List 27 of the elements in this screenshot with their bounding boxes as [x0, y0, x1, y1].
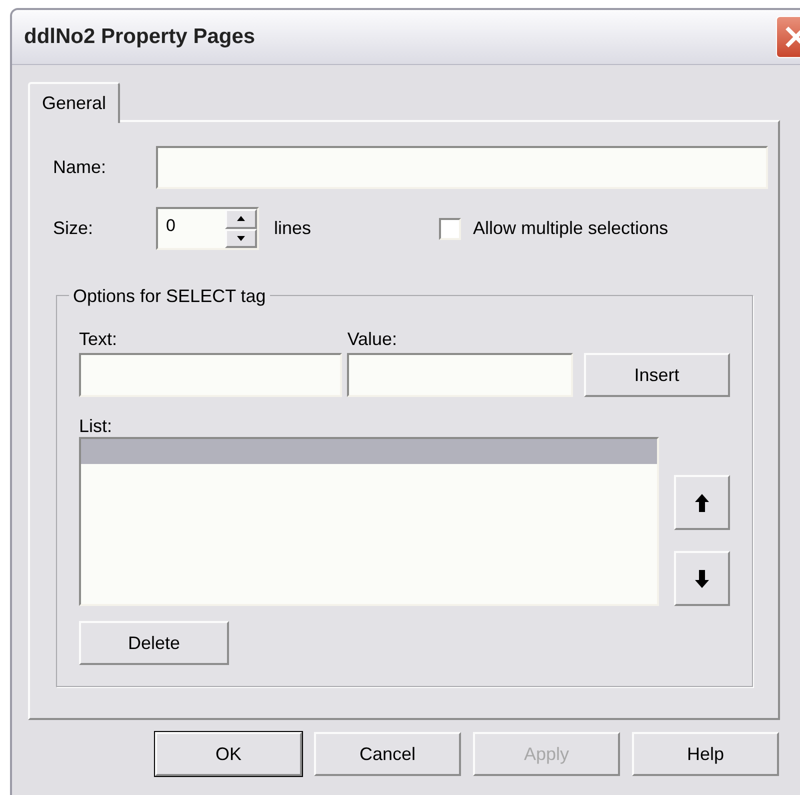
- dialog-button[interactable]: OK: [155, 732, 302, 776]
- tab[interactable]: General: [28, 82, 120, 123]
- spin-up-icon[interactable]: [225, 209, 257, 228]
- window-title: ddlNo2 Property Pages: [24, 24, 256, 50]
- lines-label: lines: [274, 217, 312, 240]
- name-field[interactable]: [156, 146, 768, 189]
- move-down-button[interactable]: [674, 551, 730, 606]
- insert-button[interactable]: Insert: [584, 353, 730, 397]
- size-spinner[interactable]: 0: [156, 207, 259, 250]
- dialog-button[interactable]: Cancel: [314, 732, 461, 776]
- options-listbox[interactable]: [79, 437, 659, 606]
- size-value: 0: [165, 215, 176, 237]
- up-arrow-icon: [695, 494, 709, 512]
- value-field[interactable]: [347, 353, 574, 397]
- text-field[interactable]: [79, 353, 342, 397]
- name-label: Name:: [53, 156, 108, 179]
- allow-multiple-label: Allow multiple selections: [473, 217, 668, 240]
- delete-button[interactable]: Delete: [79, 621, 229, 665]
- dialog-button[interactable]: Help: [632, 732, 779, 776]
- allow-multiple-checkbox[interactable]: [439, 218, 461, 240]
- value-label: Value:: [347, 328, 398, 351]
- text-label: Text:: [79, 328, 118, 351]
- move-up-button[interactable]: [674, 475, 730, 530]
- list-label: List:: [79, 415, 114, 437]
- spin-down-icon[interactable]: [225, 228, 257, 248]
- size-label: Size:: [53, 217, 94, 240]
- down-arrow-icon: [695, 570, 709, 588]
